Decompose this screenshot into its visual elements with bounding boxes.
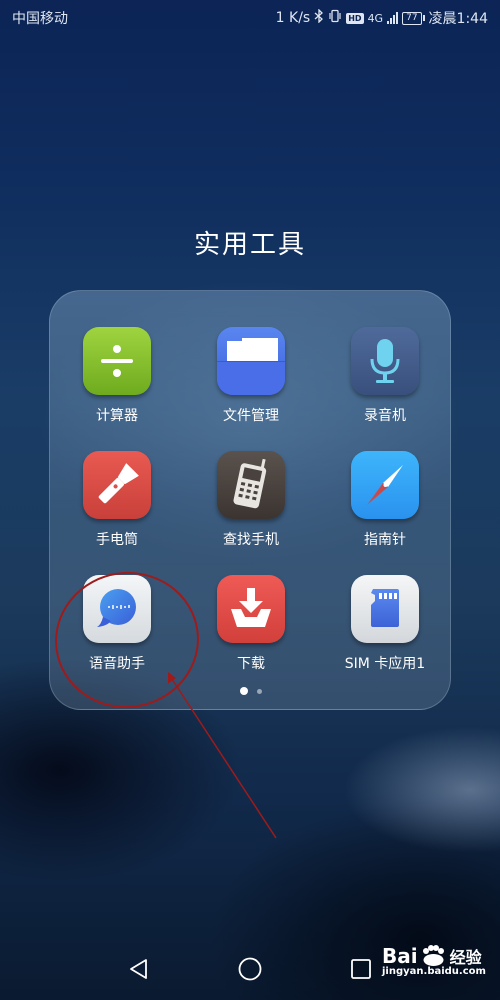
calculator-icon xyxy=(83,327,151,395)
app-grid: 计算器 文件管理 录音机 手电筒 查找手机 指南针 语音助手 下载 SIM 卡应… xyxy=(50,327,452,673)
signal-icon xyxy=(387,12,399,24)
back-button[interactable] xyxy=(124,954,154,984)
app-file-manager[interactable]: 文件管理 xyxy=(184,327,318,425)
file-manager-icon xyxy=(217,327,285,395)
app-label: SIM 卡应用1 xyxy=(344,656,426,672)
back-icon xyxy=(130,959,147,979)
watermark-brand-right: 经验 xyxy=(449,948,482,967)
app-compass[interactable]: 指南针 xyxy=(318,451,452,549)
recents-button[interactable] xyxy=(346,954,376,984)
network-speed: 1 K/s xyxy=(275,10,311,26)
microphone-icon xyxy=(351,327,419,395)
flashlight-icon xyxy=(83,451,151,519)
bluetooth-icon xyxy=(314,8,324,27)
baidu-paw-icon xyxy=(420,945,446,967)
watermark-brand-left: Bai xyxy=(382,944,418,968)
app-flashlight[interactable]: 手电筒 xyxy=(50,451,184,549)
app-label: 录音机 xyxy=(364,408,406,424)
app-label: 文件管理 xyxy=(223,408,279,424)
network-type: 4G xyxy=(367,11,384,25)
app-label: 查找手机 xyxy=(223,532,279,548)
recents-icon xyxy=(351,959,371,979)
watermark-url: jingyan.baidu.com xyxy=(382,966,486,977)
home-icon xyxy=(238,957,262,981)
app-voice-assistant[interactable]: 语音助手 xyxy=(50,575,184,673)
sim-card-icon xyxy=(351,575,419,643)
page-indicator xyxy=(50,687,452,695)
app-label: 指南针 xyxy=(364,532,406,548)
page-dot[interactable] xyxy=(257,688,262,694)
status-icons: 1 K/s HD 4G 77 凌晨1:44 xyxy=(276,8,488,28)
carrier-name: 中国移动 xyxy=(12,11,68,27)
app-recorder[interactable]: 录音机 xyxy=(318,327,452,425)
app-label: 下载 xyxy=(237,656,265,672)
app-sim-toolkit[interactable]: SIM 卡应用1 xyxy=(318,575,452,673)
app-folder: 计算器 文件管理 录音机 手电筒 查找手机 指南针 语音助手 下载 SIM 卡应… xyxy=(49,290,451,710)
app-calculator[interactable]: 计算器 xyxy=(50,327,184,425)
compass-icon xyxy=(351,451,419,519)
app-label: 手电筒 xyxy=(96,532,138,548)
download-icon xyxy=(217,575,285,643)
hd-voice-badge: HD xyxy=(346,12,364,24)
status-bar: 中国移动 1 K/s HD 4G 77 凌晨1:44 xyxy=(0,0,500,36)
folder-title[interactable]: 实用工具 xyxy=(0,224,500,261)
app-find-phone[interactable]: 查找手机 xyxy=(184,451,318,549)
voice-assistant-icon xyxy=(83,575,151,643)
battery-icon: 77 xyxy=(402,11,425,25)
app-download[interactable]: 下载 xyxy=(184,575,318,673)
app-label: 计算器 xyxy=(96,408,138,424)
battery-level: 77 xyxy=(402,11,422,25)
home-button[interactable] xyxy=(235,954,265,984)
find-phone-icon xyxy=(217,451,285,519)
vibrate-icon xyxy=(328,9,342,27)
page-dot-active[interactable] xyxy=(240,687,248,695)
clock: 凌晨1:44 xyxy=(428,11,488,27)
baidu-watermark: Bai 经验 jingyan.baidu.com xyxy=(382,944,498,994)
app-label: 语音助手 xyxy=(89,656,145,672)
